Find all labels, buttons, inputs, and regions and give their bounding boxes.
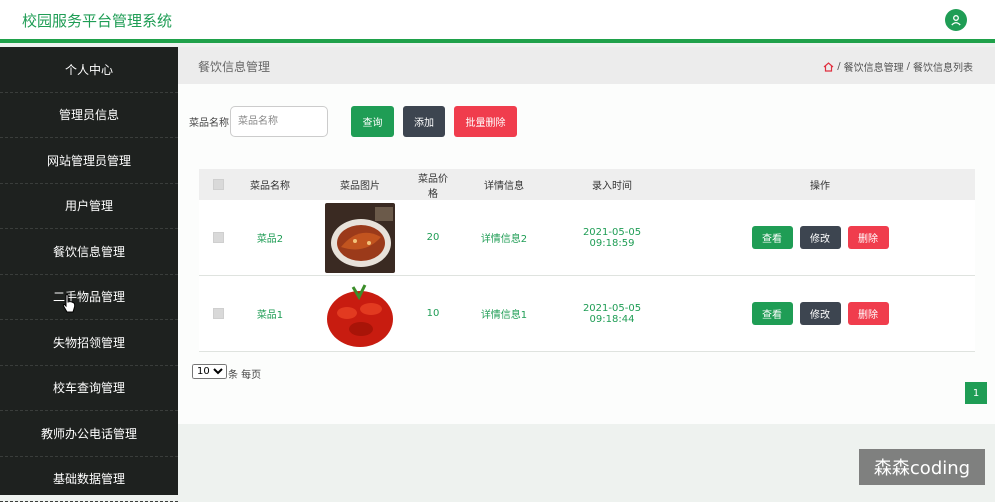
table-header: 菜品名称 菜品图片 菜品价格 详情信息 录入时间 操作 [199, 169, 975, 200]
row-checkbox[interactable] [213, 232, 224, 243]
page-title: 餐饮信息管理 [198, 58, 270, 75]
edit-button[interactable]: 修改 [800, 226, 841, 249]
sidebar-item-admin-info[interactable]: 管理员信息 [0, 93, 178, 139]
sidebar-item-site-admin[interactable]: 网站管理员管理 [0, 138, 178, 184]
dish-time: 2021-05-05 09:18:59 [559, 227, 665, 249]
braised-fish-image [325, 203, 395, 273]
row-checkbox[interactable] [213, 308, 224, 319]
top-header: 校园服务平台管理系统 [0, 0, 995, 43]
dish-detail: 详情信息1 [449, 306, 559, 321]
column-header-image: 菜品图片 [303, 177, 417, 192]
column-header-price: 菜品价格 [417, 170, 449, 200]
dish-name-search-input[interactable] [230, 106, 328, 137]
sidebar-item-teacher-phone[interactable]: 教师办公电话管理 [0, 411, 178, 457]
title-bar: 餐饮信息管理 / 餐饮信息管理 / 餐饮信息列表 [178, 47, 995, 84]
breadcrumb-separator: / [907, 61, 910, 72]
search-label: 菜品名称 [189, 114, 229, 129]
dish-price: 20 [417, 232, 449, 243]
sidebar-item-basic-data[interactable]: 基础数据管理 [0, 457, 178, 502]
breadcrumb: / 餐饮信息管理 / 餐饮信息列表 [823, 59, 973, 74]
page-size-select[interactable]: 10 [192, 364, 227, 379]
table-row: 菜品1 10 详情信息1 2021-05-05 09:18:44 查看 [199, 276, 975, 352]
delete-button[interactable]: 删除 [848, 302, 889, 325]
sidebar-item-users[interactable]: 用户管理 [0, 184, 178, 230]
breadcrumb-item-catering[interactable]: 餐饮信息管理 [844, 59, 904, 74]
user-icon [950, 14, 962, 26]
select-all-checkbox[interactable] [213, 179, 224, 190]
watermark: 森森coding [859, 449, 985, 485]
edit-button[interactable]: 修改 [800, 302, 841, 325]
per-page-label: 条 每页 [228, 366, 261, 381]
dish-detail: 详情信息2 [449, 230, 559, 245]
sidebar-item-secondhand[interactable]: 二手物品管理 [0, 275, 178, 321]
content-panel: 菜品名称 查询 添加 批量删除 菜品名称 菜品图片 菜品价格 详情信息 录入时间… [178, 84, 995, 424]
sidebar-item-catering[interactable]: 餐饮信息管理 [0, 229, 178, 275]
delete-button[interactable]: 删除 [848, 226, 889, 249]
breadcrumb-item-catering-list: 餐饮信息列表 [913, 59, 973, 74]
app-title: 校园服务平台管理系统 [22, 10, 172, 31]
batch-delete-button[interactable]: 批量删除 [454, 106, 517, 137]
sidebar: 个人中心 管理员信息 网站管理员管理 用户管理 餐饮信息管理 二手物品管理 失物… [0, 47, 178, 495]
sidebar-item-lost-found[interactable]: 失物招领管理 [0, 320, 178, 366]
table-row: 菜品2 20 详情信息2 2021-05-05 09:18:59 [199, 200, 975, 276]
add-button[interactable]: 添加 [403, 106, 445, 137]
sidebar-item-shuttle[interactable]: 校车查询管理 [0, 366, 178, 412]
dish-name: 菜品2 [237, 230, 303, 245]
search-button[interactable]: 查询 [351, 106, 394, 137]
column-header-actions: 操作 [665, 177, 975, 192]
dish-table: 菜品名称 菜品图片 菜品价格 详情信息 录入时间 操作 菜品2 [199, 169, 975, 352]
view-button[interactable]: 查看 [752, 302, 793, 325]
hand-cursor-icon [62, 294, 76, 314]
breadcrumb-separator: / [837, 61, 840, 72]
crayfish-image [325, 279, 395, 349]
column-header-name: 菜品名称 [237, 177, 303, 192]
dish-time: 2021-05-05 09:18:44 [559, 303, 665, 325]
dish-name: 菜品1 [237, 306, 303, 321]
dish-price: 10 [417, 308, 449, 319]
user-avatar-icon[interactable] [945, 9, 967, 31]
column-header-time: 录入时间 [559, 177, 665, 192]
pagination-page-1[interactable]: 1 [965, 382, 987, 404]
main-area: 餐饮信息管理 / 餐饮信息管理 / 餐饮信息列表 菜品名称 查询 添加 批量删除… [178, 47, 995, 495]
home-icon[interactable] [823, 62, 834, 72]
column-header-detail: 详情信息 [449, 177, 559, 192]
sidebar-item-personal-center[interactable]: 个人中心 [0, 47, 178, 93]
view-button[interactable]: 查看 [752, 226, 793, 249]
